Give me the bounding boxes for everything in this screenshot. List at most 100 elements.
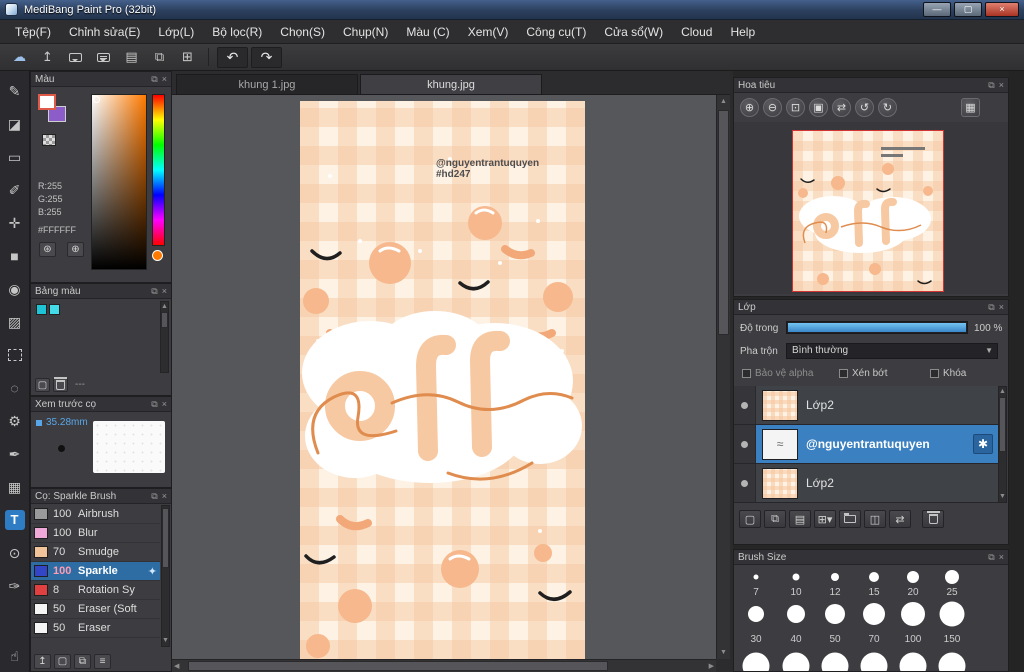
close-panel-icon[interactable]: × [162,284,167,299]
rect-tool-icon[interactable]: ▭ [5,147,25,167]
pen-tool-icon[interactable]: ✎ [5,81,25,101]
canvas-viewport[interactable]: @nguyentrantuquyen #hd247 [172,95,716,659]
add-layer-menu-button[interactable]: ⊞▾ [814,510,836,528]
close-panel-icon[interactable]: × [162,489,167,504]
popout-icon[interactable]: ⧉ [151,489,157,504]
duplicate-layer-button[interactable]: ⧉ [764,510,786,528]
palette-add-icon[interactable]: ⊕ [67,242,84,257]
transfer-layer-button[interactable]: ⇄ [889,510,911,528]
brush-item-eraser[interactable]: 50 Eraser [31,619,160,638]
layer-visibility-toggle[interactable] [734,425,756,463]
delete-palette-color-button[interactable] [53,377,68,392]
popout-icon[interactable]: ⧉ [151,397,157,412]
gradient-tool-icon[interactable]: ▨ [5,312,25,332]
palette-icon[interactable]: ⊛ [39,242,56,257]
brush-size-option[interactable] [899,652,927,671]
menu-filter[interactable]: Bộ lọc(R) [203,20,271,44]
brush-size-option[interactable] [782,652,810,671]
brush-item-airbrush[interactable]: 100 Airbrush [31,505,160,524]
brush-size-option[interactable] [792,573,800,581]
hue-marker[interactable] [152,250,163,261]
saturation-value-picker[interactable] [91,94,147,270]
menu-help[interactable]: Help [721,20,764,44]
layer-row-top[interactable]: Lớp2 [734,386,998,425]
upload-button[interactable]: ↥ [35,47,60,68]
new-folder-button[interactable] [839,510,861,528]
brush-size-option[interactable] [901,602,925,626]
brush-size-option[interactable] [748,606,764,622]
palette-swatch[interactable] [36,304,47,315]
select-pen-tool-icon[interactable]: ✒ [5,444,25,464]
comment-button[interactable] [63,47,88,68]
clipping-checkbox[interactable]: Xén bớt [839,368,887,379]
brush-size-option[interactable] [863,603,885,625]
new-layer-button[interactable]: ▢ [739,510,761,528]
close-panel-icon[interactable]: × [999,78,1004,93]
brush-size-option[interactable] [939,601,965,627]
layer-visibility-toggle[interactable] [734,464,756,502]
menu-edit[interactable]: Chỉnh sửa(E) [60,20,149,44]
menu-select[interactable]: Chọn(S) [271,20,334,44]
palette-scrollbar[interactable]: ▲ [160,301,169,373]
clear-layer-button[interactable]: ◫ [864,510,886,528]
brush-size-option[interactable] [753,574,759,580]
popout-icon[interactable]: ⧉ [151,72,157,87]
undo-button[interactable]: ↶ [217,46,248,68]
brush-tool-icon[interactable]: ✐ [5,180,25,200]
pages-button[interactable]: ⧉ [147,47,172,68]
scroll-left-icon[interactable]: ◀ [174,660,179,672]
maximize-button[interactable]: ▢ [954,2,982,17]
rotate-left-icon[interactable]: ↺ [855,98,874,117]
menu-color[interactable]: Màu (C) [397,20,458,44]
text-tool-icon[interactable]: T [4,510,25,530]
vscroll-thumb[interactable] [718,110,729,335]
navigator-preview-area[interactable] [734,122,1008,294]
fill-rect-tool-icon[interactable]: ■ [5,246,25,266]
close-panel-icon[interactable]: × [162,397,167,412]
grid-button[interactable]: ⊞ [175,47,200,68]
navigator-grid-icon[interactable]: ▦ [961,98,980,117]
hscroll-thumb[interactable] [188,661,608,671]
zoom-out-icon[interactable]: ⊖ [763,98,782,117]
brush-size-option[interactable] [787,605,805,623]
protect-alpha-checkbox[interactable]: Bảo vệ alpha [742,368,813,379]
tab-khung[interactable]: khung.jpg [360,74,542,95]
layer-settings-icon[interactable]: ✱ [973,434,993,454]
scroll-down-icon[interactable]: ▼ [717,646,730,659]
brush-size-option[interactable] [825,604,845,624]
brush-size-option[interactable] [869,572,879,582]
popout-icon[interactable]: ⧉ [151,284,157,299]
layer-visibility-toggle[interactable] [734,386,756,424]
lasso-select-tool-icon[interactable]: ◌ [5,378,25,398]
minimize-button[interactable]: — [923,2,951,17]
brush-size-option[interactable] [860,652,888,671]
chat-button[interactable] [91,47,116,68]
close-panel-icon[interactable]: × [999,300,1004,315]
flip-horizontal-icon[interactable]: ⇄ [832,98,851,117]
merge-layer-button[interactable]: ▤ [789,510,811,528]
popout-icon[interactable]: ⧉ [988,550,994,565]
opacity-slider[interactable] [786,321,968,334]
brush-size-option[interactable] [938,652,966,671]
zoom-tool-icon[interactable]: ⊙ [5,543,25,563]
layer-list-scrollbar[interactable]: ▲ ▼ [998,386,1007,503]
lock-checkbox[interactable]: Khóa [930,368,966,379]
brush-size-option[interactable] [907,571,919,583]
canvas-horizontal-scrollbar[interactable]: ◀ ▶ [172,659,716,672]
eraser-tool-icon[interactable]: ◪ [5,114,25,134]
save-cloud-button[interactable]: ☁ [7,47,32,68]
eyedropper-tool-icon[interactable]: ✑ [5,576,25,596]
upload-brush-button[interactable]: ↥ [34,654,51,669]
marquee-select-tool-icon[interactable] [7,349,22,361]
foreground-color-swatch[interactable] [38,94,56,110]
scroll-up-icon[interactable]: ▲ [717,95,730,108]
canvas-document[interactable]: @nguyentrantuquyen #hd247 [300,101,585,659]
brush-settings-button[interactable]: ≡ [94,654,111,669]
brush-item-smudge[interactable]: 70 Smudge [31,543,160,562]
operation-tool-icon[interactable]: ⚙ [5,411,25,431]
popout-icon[interactable]: ⧉ [988,300,994,315]
document-button[interactable]: ▤ [119,47,144,68]
menu-window[interactable]: Cửa sổ(W) [595,20,672,44]
close-panel-icon[interactable]: × [162,72,167,87]
popout-icon[interactable]: ⧉ [988,78,994,93]
